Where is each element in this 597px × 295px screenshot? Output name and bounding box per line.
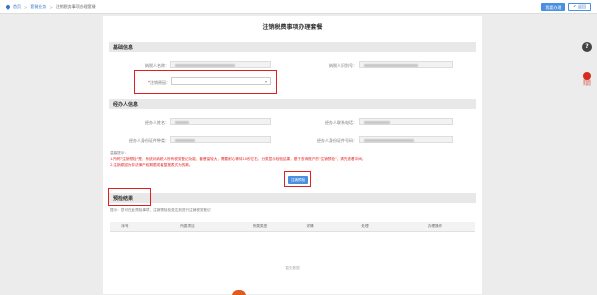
column-header: 办理操作 — [395, 222, 475, 232]
handle-button[interactable]: 我要办理 — [541, 3, 566, 11]
back-button[interactable]: ↶ 返回 — [568, 3, 591, 11]
taxpayer-id-field — [359, 61, 453, 68]
section-title: 经办人信息 — [113, 102, 139, 108]
cancel-reason-label: *注销原因： — [148, 80, 170, 85]
side-toolbar: ? 国家税务总局 — [582, 42, 592, 86]
tax-bureau-logo: 国家税务总局 — [582, 72, 592, 86]
agent-name-label: 经办人姓名： — [145, 120, 169, 125]
result-table: 序号 所属项目 所属类型 详情 处理 办理操作 — [110, 222, 475, 232]
breadcrumb-current: 注销税务事项办理套餐 — [55, 4, 96, 9]
main-panel: 注销税费事项办理套餐 基础信息 纳税人名称： 纳税人识别号： *注销原因： 经办… — [103, 16, 482, 294]
table-header-row: 序号 所属项目 所属类型 详情 处理 办理操作 — [110, 222, 475, 232]
agent-phone-label: 经办人联系电话： — [325, 120, 357, 125]
empty-state: 暂无数据 — [285, 266, 300, 270]
agent-id-no-field — [359, 136, 453, 143]
column-header: 序号 — [110, 222, 140, 232]
notice-line-2: 2.注销原因为非法律产权期限或者整报表式为的离。 — [110, 163, 193, 167]
column-header: 处理 — [335, 222, 395, 232]
breadcrumb-separator: > — [49, 4, 53, 10]
result-hint: 提示：您可在此预检事项，注销预检检查达到进行注销税务登记 — [110, 208, 211, 212]
location-icon — [5, 4, 11, 10]
column-header: 详情 — [285, 222, 335, 232]
back-arrow-icon: ↶ — [573, 4, 577, 9]
emblem-icon — [583, 72, 591, 80]
top-bar: 首页 > 套餐业务 > 注销税务事项办理套餐 我要办理 ↶ 返回 — [0, 0, 597, 14]
back-button-label: 返回 — [578, 4, 586, 9]
agent-id-type-label: 经办人身份证件种类： — [129, 138, 169, 143]
taxpayer-name-label: 纳税人名称： — [145, 63, 169, 68]
agent-id-no-label: 经办人身份证件号码： — [317, 138, 357, 143]
section-title: 基础信息 — [113, 45, 134, 51]
agent-phone-field — [359, 118, 453, 125]
breadcrumb: 首页 > 套餐业务 > 注销税务事项办理套餐 — [5, 4, 96, 10]
breadcrumb-separator: > — [24, 4, 28, 10]
help-icon[interactable]: ? — [582, 42, 592, 52]
cancel-reason-select[interactable]: ▾ — [171, 77, 271, 85]
taxpayer-id-label: 纳税人识别号： — [329, 63, 357, 68]
column-header: 所属类型 — [235, 222, 285, 232]
section-check-result: 预检结果 — [109, 193, 476, 203]
precheck-button[interactable]: 注销预检 — [288, 176, 308, 184]
taxpayer-name-field — [170, 61, 271, 68]
page-title: 注销税费事项办理套餐 — [262, 24, 323, 31]
chevron-down-icon: ▾ — [264, 79, 267, 84]
section-basic-info: 基础信息 — [109, 42, 476, 52]
logo-text: 国家税务总局 — [583, 80, 591, 86]
notice-head: 温馨提示： — [110, 151, 128, 155]
floating-assistant-icon[interactable] — [232, 290, 246, 295]
agent-name-field — [170, 118, 271, 125]
agent-id-type-field — [170, 136, 271, 143]
notice-line-1: 1.所称"注销预检"是，系统对纳税人所有税务登记功能、套餐量较大，需要耐心等待1… — [110, 157, 366, 161]
highlight-box — [108, 188, 151, 206]
column-header: 所属项目 — [140, 222, 235, 232]
section-agent-info: 经办人信息 — [109, 99, 476, 109]
breadcrumb-module[interactable]: 套餐业务 — [30, 4, 46, 10]
breadcrumb-home[interactable]: 首页 — [13, 4, 21, 10]
